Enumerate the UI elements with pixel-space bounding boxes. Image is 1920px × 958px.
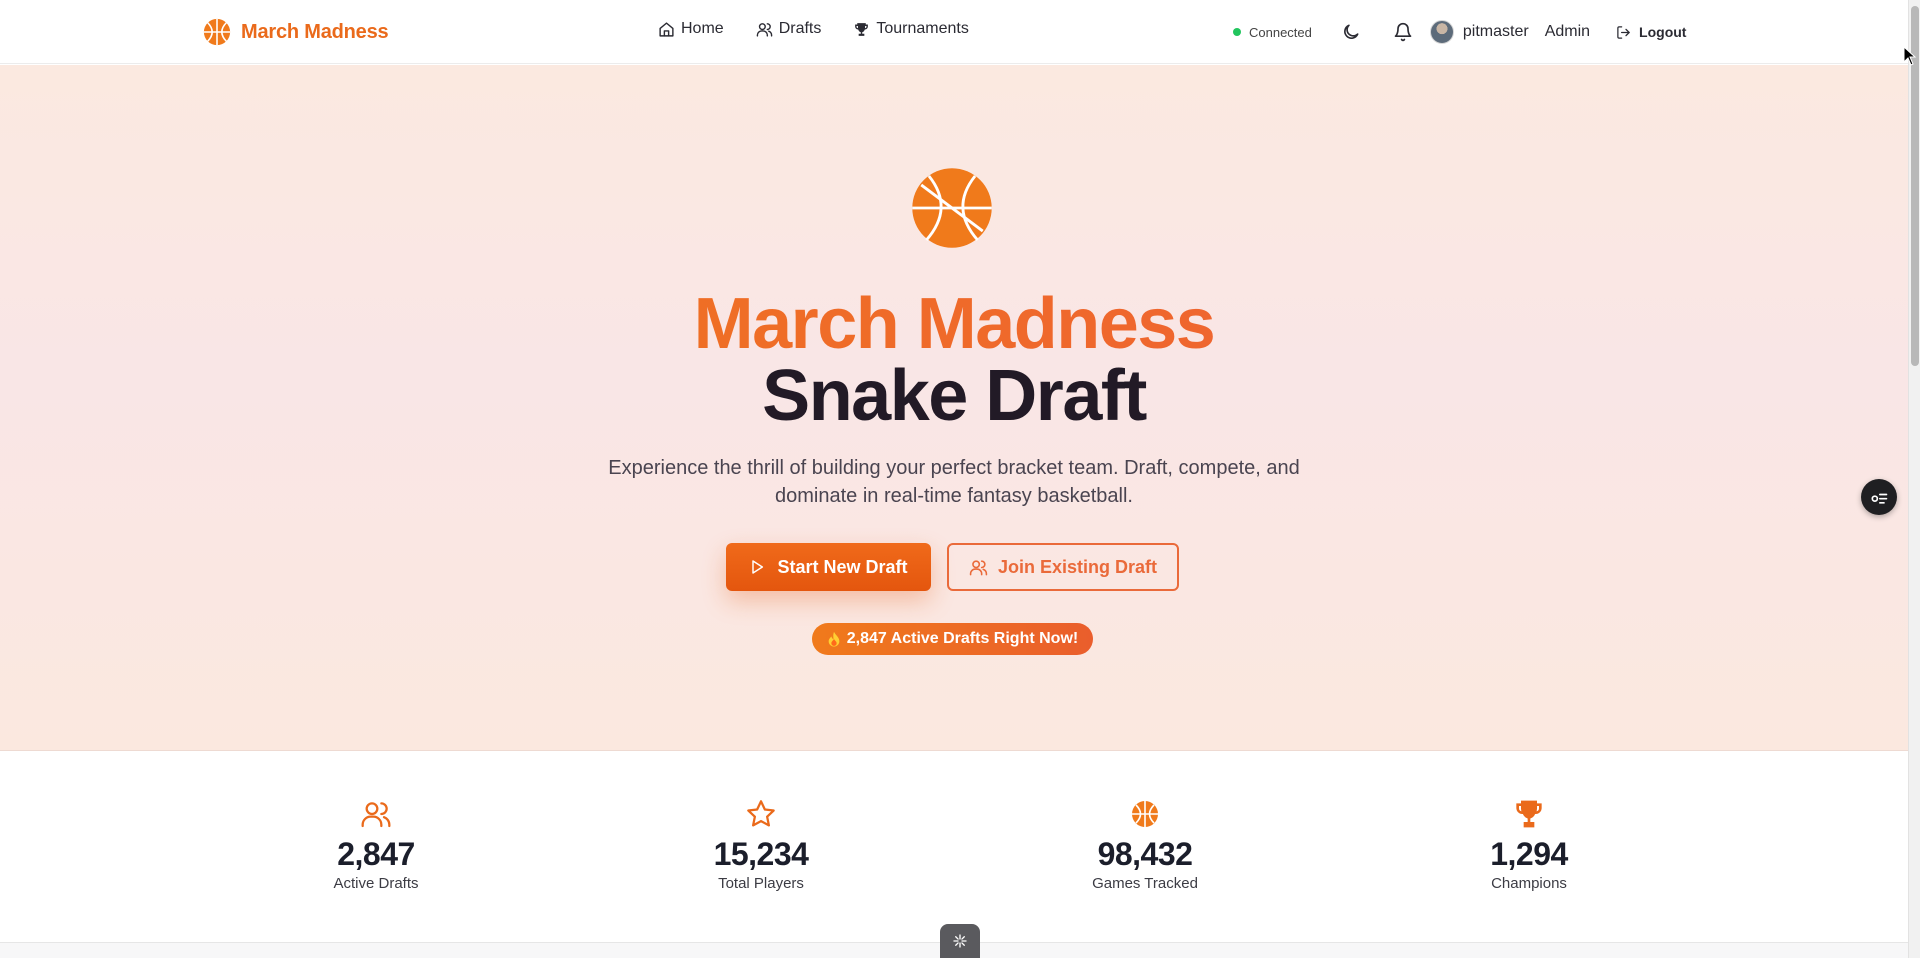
mouse-cursor-icon <box>1903 46 1917 66</box>
main-nav: Home Drafts Tournaments <box>658 20 969 38</box>
stat-games-tracked: 98,432 Games Tracked <box>1025 798 1265 892</box>
stat-label: Champions <box>1491 875 1567 892</box>
top-navigation-bar: March Madness Home Drafts Tournaments Co… <box>0 0 1908 64</box>
stat-value: 98,432 <box>1097 836 1193 872</box>
toggle-list-icon <box>1871 493 1888 504</box>
stats-section: 2,847 Active Drafts 15,234 Total Players… <box>0 752 1908 942</box>
connection-status-label: Connected <box>1249 24 1312 40</box>
page-scrollbar[interactable] <box>1908 0 1920 958</box>
basketball-icon <box>203 18 231 46</box>
header-tools: Connected pitmaster Admin Logout <box>1233 14 1686 50</box>
hero-title-line-2: Snake Draft <box>762 356 1147 436</box>
active-drafts-badge: 2,847 Active Drafts Right Now! <box>812 623 1093 655</box>
status-dot-icon <box>1233 28 1241 36</box>
sparkle-icon <box>953 934 967 948</box>
stat-value: 2,847 <box>337 836 415 872</box>
avatar <box>1429 20 1454 44</box>
stat-label: Total Players <box>718 875 804 892</box>
nav-home[interactable]: Home <box>658 20 724 38</box>
start-new-draft-button[interactable]: Start New Draft <box>726 543 931 591</box>
user-menu[interactable]: pitmaster <box>1429 20 1529 44</box>
nav-tournaments[interactable]: Tournaments <box>853 20 969 38</box>
hero-title-line-1: March Madness <box>0 283 1908 365</box>
bell-icon <box>1394 22 1412 42</box>
users-icon <box>969 559 988 575</box>
nav-drafts-label: Drafts <box>778 20 822 37</box>
trophy-icon <box>855 22 869 36</box>
hero-subtitle: Experience the thrill of building your p… <box>608 457 1300 507</box>
nav-tournaments-label: Tournaments <box>876 20 969 37</box>
username: pitmaster <box>1462 23 1529 40</box>
join-existing-draft-label: Join Existing Draft <box>997 556 1158 577</box>
hero-section: March Madness Snake Draft Experience the… <box>0 65 1908 751</box>
nav-home-label: Home <box>681 20 724 37</box>
basketball-icon <box>912 168 992 248</box>
home-icon <box>659 21 674 37</box>
stat-label: Active Drafts <box>333 875 419 892</box>
basketball-icon <box>1132 801 1158 827</box>
connection-status: Connected <box>1233 25 1312 40</box>
floating-widget-button[interactable] <box>1861 479 1897 515</box>
star-icon <box>747 800 775 827</box>
admin-link[interactable]: Admin <box>1545 23 1590 41</box>
users-icon <box>756 22 772 37</box>
stat-champions: 1,294 Champions <box>1409 798 1649 892</box>
stat-value: 15,234 <box>713 836 809 872</box>
stat-value: 1,294 <box>1490 836 1568 872</box>
stat-active-drafts: 2,847 Active Drafts <box>256 798 496 892</box>
nav-drafts[interactable]: Drafts <box>756 20 822 38</box>
stat-label: Games Tracked <box>1092 875 1198 892</box>
logout-button[interactable]: Logout <box>1616 24 1686 40</box>
stat-total-players: 15,234 Total Players <box>641 798 881 892</box>
notifications-button[interactable] <box>1388 17 1418 47</box>
join-existing-draft-button[interactable]: Join Existing Draft <box>947 543 1179 591</box>
start-new-draft-label: Start New Draft <box>777 556 908 577</box>
logout-label: Logout <box>1639 24 1687 40</box>
trophy-icon <box>1516 800 1542 828</box>
play-icon <box>752 560 764 574</box>
users-icon <box>361 802 391 828</box>
moon-icon <box>1343 24 1359 39</box>
brand-logo-link[interactable]: March Madness <box>203 18 389 46</box>
brand-name: March Madness <box>241 20 389 43</box>
theme-toggle-button[interactable] <box>1336 17 1366 47</box>
fire-icon <box>828 631 840 647</box>
active-drafts-label: 2,847 Active Drafts Right Now! <box>846 630 1079 647</box>
devtools-toggle-button[interactable] <box>940 924 980 958</box>
logout-icon <box>1617 25 1630 39</box>
